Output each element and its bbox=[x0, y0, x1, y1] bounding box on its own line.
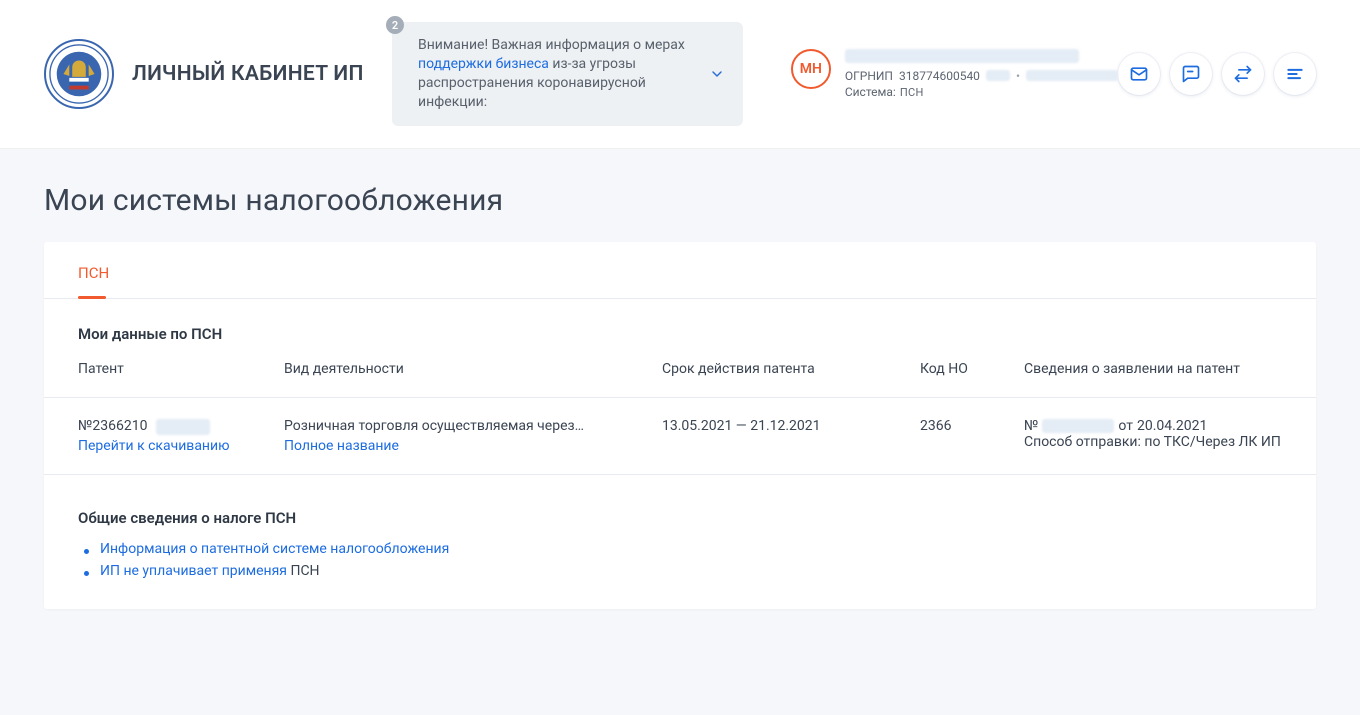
table-row: №2366210 Перейти к скачиванию Розничная … bbox=[78, 398, 1282, 474]
app-date: 20.04.2021 bbox=[1137, 418, 1207, 434]
logo-block: ЛИЧНЫЙ КАБИНЕТ ИП bbox=[44, 39, 392, 109]
chat-icon[interactable] bbox=[1170, 53, 1212, 95]
patent-number-redacted bbox=[156, 419, 210, 435]
psn-data-section: Мои данные по ПСН Патент Вид деятельност… bbox=[44, 299, 1316, 483]
ogrnip-redacted-tail bbox=[986, 70, 1010, 81]
col-no-code: Код НО bbox=[920, 361, 1024, 377]
user-system: Система: ПСН bbox=[845, 85, 1118, 99]
ip-not-pay-prefix: ИП не уплачивает применяя bbox=[100, 563, 290, 579]
col-patent: Патент bbox=[78, 361, 284, 377]
general-section: Общие сведения о налоге ПСН Информация о… bbox=[44, 483, 1316, 609]
cell-no-code: 2366 bbox=[920, 418, 1024, 434]
section-title-em: ПСН bbox=[191, 325, 222, 343]
table-body: №2366210 Перейти к скачиванию Розничная … bbox=[44, 397, 1316, 475]
cell-application: № от 20.04.2021 Способ отправки: по ТКС/… bbox=[1024, 418, 1282, 450]
section-title-prefix: Мои данные по bbox=[78, 325, 191, 343]
system-value: ПСН bbox=[900, 86, 924, 99]
col-application: Сведения о заявлении на патент bbox=[1024, 361, 1282, 377]
application-number-line: № от 20.04.2021 bbox=[1024, 418, 1282, 434]
section-title: Мои данные по ПСН bbox=[78, 325, 1282, 343]
app-method-label: Способ отправки: bbox=[1024, 434, 1144, 450]
notice-banner: 2 Внимание! Важная информация о мерах по… bbox=[392, 22, 743, 126]
ip-not-pay-psn: ПСН bbox=[290, 563, 319, 579]
state-emblem-icon bbox=[44, 39, 114, 109]
notice-count-badge: 2 bbox=[386, 16, 404, 34]
notice-link[interactable]: поддержки бизнеса bbox=[418, 56, 549, 72]
cell-patent: №2366210 Перейти к скачиванию bbox=[78, 418, 284, 454]
tabs: ПСН bbox=[44, 242, 1316, 299]
page-title: Мои системы налогообложения bbox=[44, 183, 1316, 218]
avatar[interactable]: МН bbox=[791, 49, 831, 89]
general-title: Общие сведения о налоге ПСН bbox=[78, 509, 1282, 527]
app-method-value: по ТКС/Через ЛК ИП bbox=[1144, 434, 1281, 450]
menu-icon[interactable] bbox=[1274, 53, 1316, 95]
chevron-down-icon[interactable] bbox=[707, 64, 727, 84]
col-activity: Вид деятельности bbox=[284, 361, 662, 377]
table-header: Патент Вид деятельности Срок действия па… bbox=[78, 361, 1282, 397]
tax-card: ПСН Мои данные по ПСН Патент Вид деятель… bbox=[44, 242, 1316, 609]
activity-text: Розничная торговля осуществляемая через… bbox=[284, 418, 584, 434]
header: ЛИЧНЫЙ КАБИНЕТ ИП 2 Внимание! Важная инф… bbox=[0, 0, 1360, 149]
tab-psn[interactable]: ПСН bbox=[78, 264, 109, 298]
download-link[interactable]: Перейти к скачиванию bbox=[78, 438, 230, 454]
separator-dot: • bbox=[1016, 69, 1020, 83]
user-name-redacted bbox=[845, 49, 1079, 63]
user-ids: ОГРНИП 318774600540 • bbox=[845, 69, 1118, 83]
general-title-prefix: Общие сведения о налоге bbox=[78, 509, 265, 527]
user-block: МН ОГРНИП 318774600540 • Система: ПСН bbox=[791, 49, 1118, 99]
ogrnip-value: 318774600540 bbox=[899, 69, 980, 83]
patent-number: №2366210 bbox=[78, 418, 147, 434]
list-item: Информация о патентной системе налогообл… bbox=[78, 541, 1282, 557]
page: Мои системы налогообложения ПСН Мои данн… bbox=[0, 149, 1360, 643]
full-name-link[interactable]: Полное название bbox=[284, 438, 399, 454]
notice-prefix: Внимание! Важная информация о мерах bbox=[418, 37, 685, 53]
cell-validity: 13.05.2021 — 21.12.2021 bbox=[662, 418, 920, 434]
application-method-line: Способ отправки: по ТКС/Через ЛК ИП bbox=[1024, 434, 1282, 450]
app-title: ЛИЧНЫЙ КАБИНЕТ ИП bbox=[132, 62, 364, 86]
col-validity: Срок действия патента bbox=[662, 361, 920, 377]
notice-text: Внимание! Важная информация о мерах подд… bbox=[418, 36, 689, 112]
patent-number-wrap: №2366210 bbox=[78, 418, 147, 434]
swap-icon[interactable] bbox=[1222, 53, 1264, 95]
general-title-em: ПСН bbox=[265, 509, 296, 527]
system-label: Система: bbox=[845, 85, 896, 99]
info-link[interactable]: Информация о патентной системе налогообл… bbox=[100, 541, 449, 557]
mail-icon[interactable] bbox=[1118, 53, 1160, 95]
cell-activity: Розничная торговля осуществляемая через…… bbox=[284, 418, 662, 454]
ip-not-pay-link[interactable]: ИП не уплачивает применяя bbox=[100, 563, 290, 579]
inn-redacted bbox=[1026, 70, 1118, 81]
app-date-prefix: от bbox=[1118, 418, 1133, 434]
ogrnip-label: ОГРНИП bbox=[845, 69, 893, 83]
header-actions bbox=[1118, 53, 1316, 95]
app-prefix: № bbox=[1024, 418, 1038, 434]
list-item: ИП не уплачивает применяя ПСН bbox=[78, 563, 1282, 579]
application-number-redacted bbox=[1042, 419, 1114, 433]
user-info: ОГРНИП 318774600540 • Система: ПСН bbox=[845, 49, 1118, 99]
general-list: Информация о патентной системе налогообл… bbox=[78, 541, 1282, 579]
